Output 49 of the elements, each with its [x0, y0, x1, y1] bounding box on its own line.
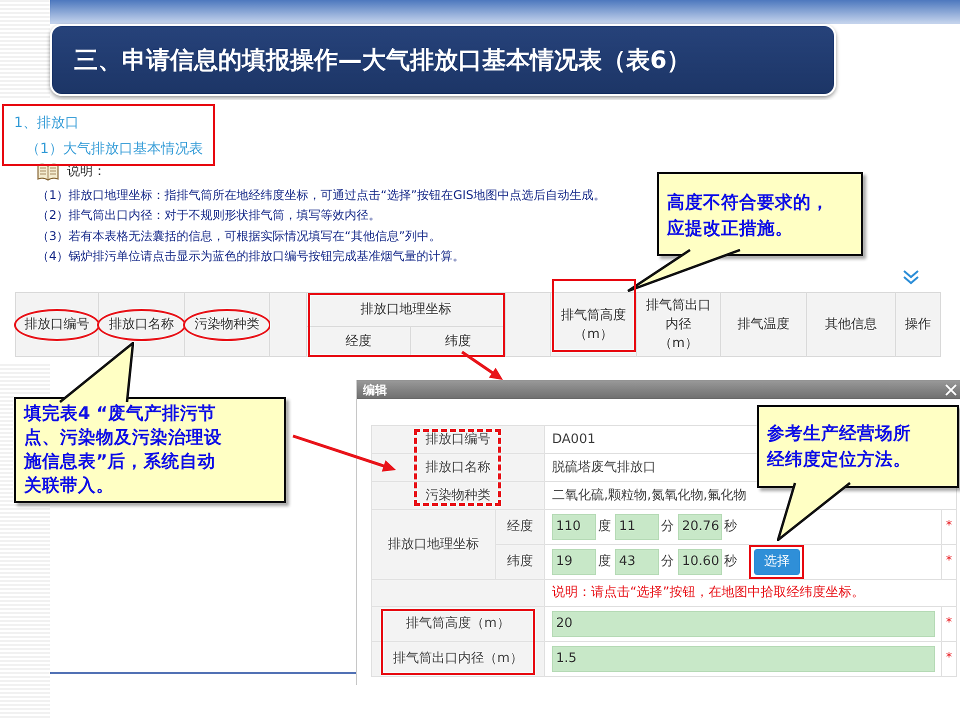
field-label: 经度 — [496, 510, 544, 544]
dialog-title: 编辑 — [363, 382, 387, 398]
required-mark: * — [946, 553, 952, 567]
column-header: 经度 — [306, 326, 410, 356]
hint-text: 说明：请点击“选择”按钮，在地图中拾取经纬度坐标。 — [544, 580, 956, 606]
required-mark: * — [946, 518, 952, 532]
input-field[interactable]: 11 — [615, 514, 659, 540]
field-value: DA001 — [552, 432, 596, 447]
field-value: 二氧化硫,颗粒物,氮氧化物,氟化物 — [552, 488, 746, 503]
unit-label: 度 — [597, 553, 612, 572]
column-header: 操作 — [896, 292, 940, 356]
required-mark: * — [946, 650, 952, 664]
field-label: 排放口名称 — [426, 460, 490, 475]
column-header: 排气筒高度 （m） — [550, 292, 636, 356]
note-line: （1）排放口地理坐标：指排气筒所在地经纬度坐标，可通过点击“选择”按钮在GIS地图中点选后自动生成。 — [37, 186, 606, 204]
field-label: 排放口编号 — [426, 432, 490, 447]
slide-title: 三、申请信息的填报操作—大气排放口基本情况表（表6） — [50, 24, 836, 96]
input-field[interactable]: 10.60 — [678, 549, 722, 575]
input-field[interactable]: 43 — [615, 549, 659, 575]
input-field[interactable]: 110 — [552, 514, 596, 540]
input-field[interactable]: 19 — [552, 549, 596, 575]
unit-label: 分 — [660, 518, 675, 536]
column-header: 排气筒出口 内径 （m） — [636, 292, 720, 356]
double-chevron-icon — [902, 268, 920, 286]
column-header: 污染物种类 — [184, 292, 270, 356]
field-label: 纬度 — [496, 544, 544, 580]
column-header: 其他信息 — [806, 292, 896, 356]
note-line: （4）锅炉排污单位请点击显示为蓝色的排放口编号按钮完成基准烟气量的计算。 — [37, 248, 465, 265]
unit-label: 秒 — [723, 518, 738, 536]
unit-label: 度 — [597, 518, 612, 536]
column-header: 排放口地理坐标 — [306, 292, 506, 326]
input-field[interactable]: 1.5 — [552, 646, 935, 672]
column-header: 排放口编号 — [16, 292, 98, 356]
column-header: 排气温度 — [720, 292, 806, 356]
input-field[interactable]: 20.76 — [678, 514, 722, 540]
column-header: 排放口名称 — [98, 292, 184, 356]
close-icon[interactable] — [945, 384, 957, 396]
field-label: 排气筒高度（m） — [406, 616, 510, 632]
note-line: （2）排气筒出口内径：对于不规则形状排气筒，填写等效内径。 — [37, 207, 381, 224]
field-label: 排放口地理坐标 — [372, 510, 496, 580]
field-label: 排气筒出口内径（m） — [393, 651, 523, 666]
column-header: 纬度 — [410, 326, 506, 356]
unit-label: 分 — [660, 553, 675, 572]
note-line: （3）若有本表格无法囊括的信息，可根据实际情况填写在“其他信息”列中。 — [37, 228, 442, 244]
field-label: 污染物种类 — [426, 488, 490, 503]
unit-label: 秒 — [723, 553, 738, 572]
field-value: 脱硫塔废气排放口 — [552, 460, 656, 475]
required-mark: * — [946, 615, 952, 629]
input-field[interactable]: 20 — [552, 611, 935, 637]
